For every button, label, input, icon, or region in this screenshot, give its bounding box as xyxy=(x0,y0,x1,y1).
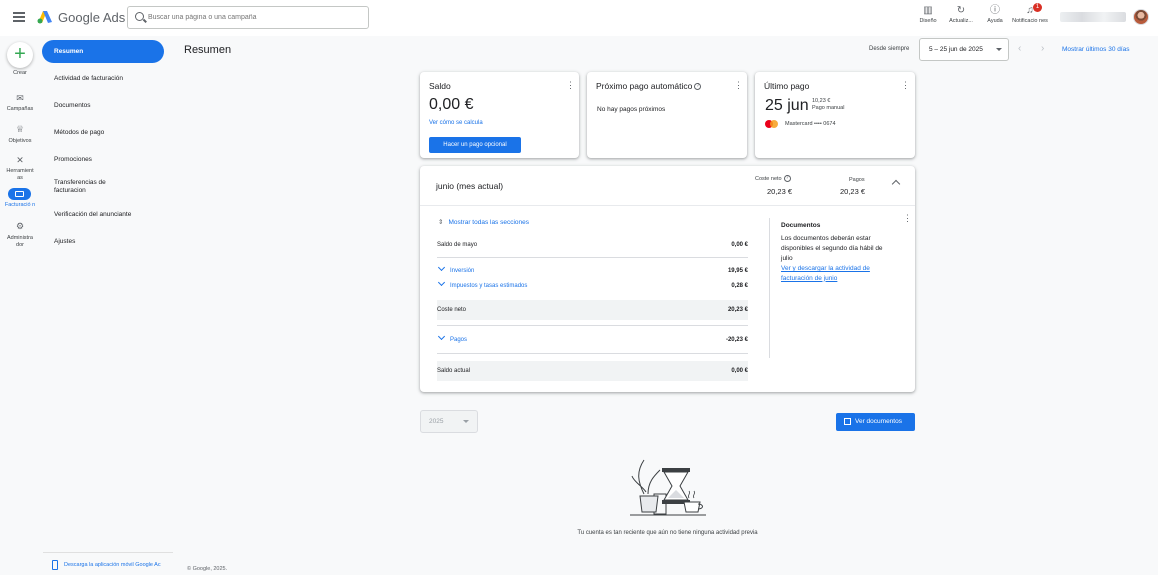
top-bar: Google Ads ▥ Diseño ↻ Actualiz... ⓘ Ayud… xyxy=(0,0,1158,36)
balance-card: Saldo ⋮ 0,00 € Ver cómo se calcula Hacer… xyxy=(420,72,579,158)
last-payment-date: 25 jun xyxy=(765,97,809,114)
net-cost-label: Coste neto? xyxy=(755,175,791,182)
rail-item-campaigns[interactable]: Campañas xyxy=(0,106,40,113)
net-cost-value: 20,23 € xyxy=(767,187,793,196)
notification-badge: 1 xyxy=(1033,3,1042,12)
make-optional-payment-button[interactable]: Hacer un pago opcional xyxy=(429,137,521,153)
toolbar-refresh-button[interactable]: ↻ Actualiz... xyxy=(943,6,979,25)
nav-item-advertiser-verification[interactable]: Verificación del anunciante xyxy=(42,211,165,219)
row-taxes[interactable]: Impuestos y tasas estimados 0,28 € xyxy=(437,276,748,296)
divider xyxy=(420,205,915,206)
billing-icon xyxy=(15,191,24,197)
unfold-icon: ⇕ xyxy=(438,219,444,226)
nav-item-settings[interactable]: Ajustes xyxy=(42,238,165,246)
rail-item-billing-active[interactable] xyxy=(8,188,31,200)
more-vert-icon[interactable]: ⋮ xyxy=(734,80,743,91)
show-last-30-days-link[interactable]: Mostrar últimos 30 días xyxy=(1062,46,1130,53)
last-payment-title: Último pago xyxy=(764,81,810,91)
caret-down-icon xyxy=(463,420,469,423)
toolbar-layout-button[interactable]: ▥ Diseño xyxy=(910,6,946,25)
divider xyxy=(437,353,748,354)
card-number: Mastercard •••• 0674 xyxy=(785,121,836,127)
rail-item-goals[interactable]: Objetivos xyxy=(0,138,40,145)
more-vert-icon[interactable]: ⋮ xyxy=(566,80,575,91)
more-vert-icon[interactable]: ⋮ xyxy=(901,80,910,91)
left-rail: + Crear ✉ Campañas ♕ Objetivos ✕ Herrami… xyxy=(0,36,40,575)
empty-state-illustration xyxy=(630,459,706,516)
nav-item-promotions[interactable]: Promociones xyxy=(42,156,165,164)
no-upcoming-payments: No hay pagos próximos xyxy=(597,106,666,113)
gear-icon[interactable]: ⚙ xyxy=(15,221,25,231)
empty-state-text: Tu cuenta es tan reciente que aún no tie… xyxy=(577,530,758,536)
rail-item-admin[interactable]: Administra dor xyxy=(0,235,40,249)
documents-link[interactable]: Ver y descargar la actividad de facturac… xyxy=(781,264,893,283)
app-download-link[interactable]: Descarga la aplicación móvil Google Ac xyxy=(64,562,161,568)
account-name[interactable] xyxy=(1060,12,1126,22)
nav-item-payment-methods[interactable]: Métodos de pago xyxy=(42,129,165,137)
last-payment-card: Último pago ⋮ 25 jun 10,23 € Pago manual… xyxy=(755,72,915,158)
year-select[interactable]: 2025 xyxy=(420,410,478,433)
toolbar-notifications-button[interactable]: ♫ 1 Notificacio nes xyxy=(1012,3,1048,25)
payments-label: Pagos xyxy=(849,177,865,183)
view-documents-button[interactable]: Ver documentos xyxy=(836,413,915,431)
layout-icon: ▥ xyxy=(923,5,933,16)
info-icon[interactable]: ? xyxy=(783,175,791,182)
divider xyxy=(769,218,770,358)
help-icon: ⓘ xyxy=(990,5,1000,16)
trophy-icon[interactable]: ♕ xyxy=(15,124,25,134)
create-label: Crear xyxy=(13,70,27,76)
row-payments[interactable]: Pagos -20,23 € xyxy=(437,330,748,350)
more-vert-icon[interactable]: ⋮ xyxy=(903,213,912,224)
refresh-icon: ↻ xyxy=(956,5,966,16)
nav-item-billing-activity[interactable]: Actividad de facturación xyxy=(42,75,165,83)
date-range-label: Desde siempre xyxy=(869,46,910,52)
last-payment-method: Pago manual xyxy=(812,105,845,111)
row-current-balance: Saldo actual 0,00 € xyxy=(437,361,748,381)
app-title: Google Ads xyxy=(58,10,126,25)
app-download-footer[interactable]: Descarga la aplicación móvil Google Ac xyxy=(43,552,173,572)
balance-amount: 0,00 € xyxy=(429,96,474,113)
avatar[interactable] xyxy=(1133,9,1149,25)
month-title: junio (mes actual) xyxy=(436,181,504,191)
menu-icon[interactable] xyxy=(13,12,25,22)
nav-item-summary[interactable]: Resumen xyxy=(42,40,164,63)
row-net-cost: Coste neto 20,23 € xyxy=(437,300,748,320)
page-title: Resumen xyxy=(184,44,232,56)
how-calculated-link[interactable]: Ver cómo se calcula xyxy=(429,120,483,126)
search-bar[interactable] xyxy=(127,6,369,29)
date-range-value: 5 – 25 jun de 2025 xyxy=(929,46,983,53)
chevron-left-icon[interactable]: ‹ xyxy=(1018,43,1021,54)
google-ads-logo xyxy=(37,11,52,24)
last-payment-amount: 10,23 € xyxy=(812,98,831,104)
caret-down-icon xyxy=(996,48,1002,51)
info-icon[interactable]: ? xyxy=(694,83,702,91)
chevron-right-icon[interactable]: › xyxy=(1041,43,1044,54)
document-icon xyxy=(844,418,851,425)
balance-title: Saldo xyxy=(429,81,451,91)
show-all-sections-link[interactable]: ⇕ Mostrar todas las secciones xyxy=(438,218,529,226)
toolbar-help-button[interactable]: ⓘ Ayuda xyxy=(977,6,1013,25)
divider xyxy=(437,325,748,326)
documents-text: Los documentos deberán estar disponibles… xyxy=(781,235,883,262)
copyright: © Google, 2025. xyxy=(187,566,228,572)
rail-item-tools[interactable]: Herramient as xyxy=(0,168,40,182)
documents-title: Documentos xyxy=(781,222,821,229)
row-may-balance: Saldo de mayo 0,00 € xyxy=(437,242,748,248)
search-input[interactable] xyxy=(148,10,363,25)
rail-item-billing[interactable]: Facturació n xyxy=(0,202,40,209)
tools-icon[interactable]: ✕ xyxy=(15,155,25,165)
payments-value: 20,23 € xyxy=(840,187,866,196)
create-button[interactable]: + xyxy=(7,42,33,68)
nav-item-transfers[interactable]: Transferencias de facturacion xyxy=(42,179,127,195)
phone-icon xyxy=(52,560,58,570)
date-range-select[interactable]: 5 – 25 jun de 2025 xyxy=(919,38,1009,61)
nav-item-documents[interactable]: Documentos xyxy=(42,102,165,110)
search-icon xyxy=(135,12,144,21)
divider xyxy=(437,257,748,258)
next-payment-card: Próximo pago automático? ⋮ No hay pagos … xyxy=(587,72,747,158)
megaphone-icon[interactable]: ✉ xyxy=(15,93,25,103)
mastercard-icon xyxy=(765,120,778,128)
next-payment-title: Próximo pago automático? xyxy=(596,81,702,91)
